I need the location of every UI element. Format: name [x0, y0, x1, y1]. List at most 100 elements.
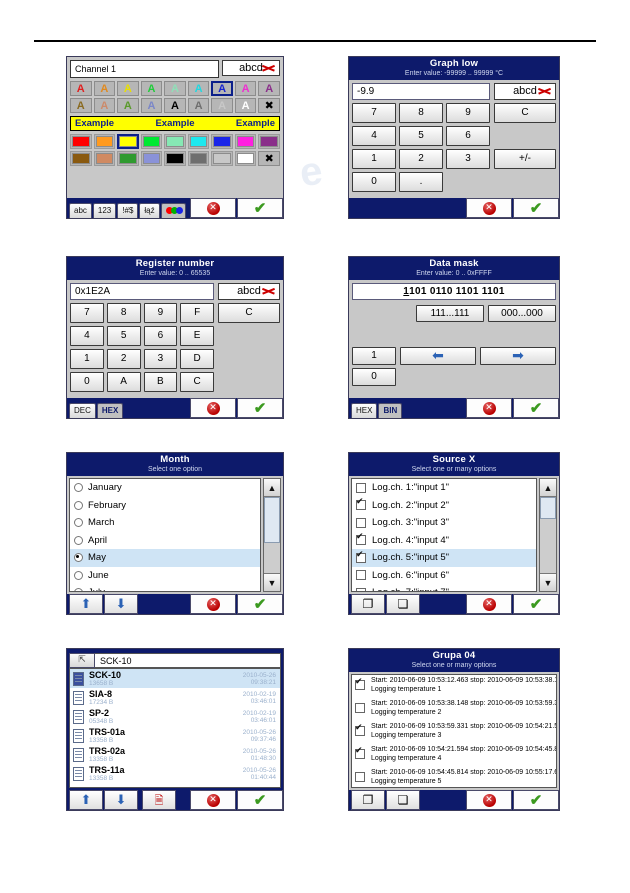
ok-button[interactable]: ✔: [513, 198, 559, 218]
letter-color-swatch[interactable]: A: [258, 81, 280, 96]
file-row[interactable]: SIA-8 17234 B 2010-02-19 03:46:01: [70, 688, 280, 707]
list-item[interactable]: February: [70, 497, 260, 515]
palette-swatch[interactable]: [187, 151, 210, 166]
numeric-key[interactable]: 1: [352, 148, 396, 169]
fill-zeros-button[interactable]: 000...000: [488, 304, 556, 322]
palette-swatch[interactable]: [140, 134, 163, 149]
folder-up-button[interactable]: ⇱: [69, 653, 95, 668]
fill-ones-button[interactable]: 111...111: [416, 304, 484, 322]
cancel-button[interactable]: ✕: [190, 790, 236, 810]
move-right-button[interactable]: ➡: [480, 346, 556, 365]
nav-up-button[interactable]: ⬆: [69, 790, 103, 810]
file-row[interactable]: TRS-01a 13358 B 2010-05-26 09:37:46: [70, 726, 280, 745]
letter-color-swatch[interactable]: A: [70, 98, 92, 113]
ok-button[interactable]: ✔: [237, 790, 283, 810]
letter-color-swatch[interactable]: A: [117, 81, 139, 96]
letter-color-swatch[interactable]: A: [187, 98, 210, 113]
list-item[interactable]: Start: 2010-06-09 10:53:38.148 stop: 201…: [352, 698, 556, 721]
hex-key[interactable]: 7: [70, 302, 104, 323]
hex-key[interactable]: B: [143, 371, 178, 392]
channel-name-input[interactable]: Channel 1: [70, 60, 219, 78]
ok-button[interactable]: ✔: [513, 594, 559, 614]
list-item[interactable]: Start: 2010-06-09 10:54:45.814 stop: 201…: [352, 767, 556, 787]
palette-swatch[interactable]: [117, 151, 139, 166]
palette-swatch[interactable]: [164, 151, 186, 166]
bit-zero-button[interactable]: 0: [352, 367, 396, 386]
palette-swatch[interactable]: [187, 134, 210, 149]
letter-color-swatch[interactable]: A: [234, 98, 257, 113]
keyboard-tab-color[interactable]: [160, 203, 186, 218]
letter-color-swatch[interactable]: A: [70, 81, 92, 96]
source-list[interactable]: Log.ch. 1:"input 1" Log.ch. 2:"input 2" Lo…: [351, 478, 537, 592]
deselect-all-button[interactable]: ❏: [386, 594, 420, 614]
letter-color-swatch[interactable]: A: [164, 98, 186, 113]
radio-button[interactable]: [74, 483, 83, 493]
file-row[interactable]: SP-2 05348 B 2010-02-19 03:46:01: [70, 707, 280, 726]
cancel-button[interactable]: ✕: [190, 594, 236, 614]
checkbox[interactable]: [355, 772, 365, 782]
letter-color-swatch[interactable]: A: [140, 81, 163, 96]
mask-input[interactable]: 1 101 0110 1101 1101: [352, 282, 556, 300]
delete-file-button[interactable]: 🗎: [142, 790, 176, 810]
palette-swatch[interactable]: [164, 134, 186, 149]
list-item[interactable]: Log.ch. 7:"input 7": [352, 584, 536, 591]
numeric-key[interactable]: 9: [446, 102, 490, 123]
cancel-button[interactable]: ✕: [190, 198, 236, 218]
keyboard-toggle-button[interactable]: abcd: [218, 282, 280, 300]
ok-button[interactable]: ✔: [513, 790, 559, 810]
list-item[interactable]: March: [70, 514, 260, 532]
ok-button[interactable]: ✔: [237, 398, 283, 418]
keyboard-tab[interactable]: łąź: [139, 203, 160, 218]
checkbox[interactable]: [356, 517, 366, 528]
cancel-button[interactable]: ✕: [466, 790, 512, 810]
list-item[interactable]: Log.ch. 4:"input 4": [352, 532, 536, 550]
numeric-key[interactable]: 7: [352, 102, 396, 123]
list-item[interactable]: Log.ch. 5:"input 5": [352, 549, 536, 567]
palette-swatch[interactable]: [211, 134, 233, 149]
list-item[interactable]: May: [70, 549, 260, 567]
nav-up-button[interactable]: ⬆: [69, 594, 103, 614]
numeric-key[interactable]: 2: [399, 148, 443, 169]
keyboard-tab[interactable]: abc: [69, 203, 92, 218]
list-item[interactable]: Start: 2010-06-09 10:53:59.331 stop: 201…: [352, 721, 556, 744]
month-scrollbar[interactable]: ▲ ▼: [263, 478, 281, 592]
bit-one-button[interactable]: 1: [352, 346, 396, 365]
letter-color-swatch[interactable]: A: [93, 81, 116, 96]
palette-swatch[interactable]: [234, 134, 257, 149]
keyboard-toggle-button[interactable]: abcd: [494, 82, 556, 100]
scroll-down-icon[interactable]: ▼: [264, 573, 280, 591]
hex-key[interactable]: C: [180, 371, 214, 392]
scroll-up-icon[interactable]: ▲: [540, 479, 556, 497]
palette-swatch[interactable]: [258, 134, 280, 149]
letter-color-swatch[interactable]: A: [234, 81, 257, 96]
hex-key[interactable]: F: [180, 302, 214, 323]
letter-color-swatch[interactable]: A: [211, 81, 233, 96]
base-tab[interactable]: DEC: [69, 403, 96, 418]
sign-key[interactable]: +/-: [494, 148, 556, 169]
hex-key[interactable]: 5: [106, 325, 141, 346]
hex-key[interactable]: 9: [143, 302, 178, 323]
source-scrollbar[interactable]: ▲ ▼: [539, 478, 557, 592]
list-item[interactable]: April: [70, 532, 260, 550]
file-list[interactable]: SCK-10 13658 B 2010-05-26 09:38:21 SIA-8 1723…: [69, 668, 281, 788]
hex-key[interactable]: E: [180, 325, 214, 346]
file-row[interactable]: TRS-02a 13358 B 2010-05-26 01:48:30: [70, 745, 280, 764]
cancel-button[interactable]: ✕: [466, 198, 512, 218]
checkbox[interactable]: [356, 532, 366, 546]
ok-button[interactable]: ✔: [513, 398, 559, 418]
deselect-all-button[interactable]: ❏: [386, 790, 420, 810]
select-all-button[interactable]: ❐: [351, 594, 385, 614]
hex-key[interactable]: 6: [143, 325, 178, 346]
select-all-button[interactable]: ❐: [351, 790, 385, 810]
radio-button[interactable]: [74, 535, 83, 545]
numeric-key[interactable]: .: [399, 171, 443, 192]
nav-down-button[interactable]: ⬇: [104, 790, 138, 810]
radio-button[interactable]: [74, 570, 83, 580]
numeric-key[interactable]: 8: [399, 102, 443, 123]
hex-key[interactable]: D: [180, 348, 214, 369]
hex-key[interactable]: 1: [70, 348, 104, 369]
palette-swatch[interactable]: [234, 151, 257, 166]
letter-color-swatch[interactable]: A: [117, 98, 139, 113]
checkbox[interactable]: [356, 587, 366, 591]
checkbox[interactable]: [356, 497, 366, 511]
